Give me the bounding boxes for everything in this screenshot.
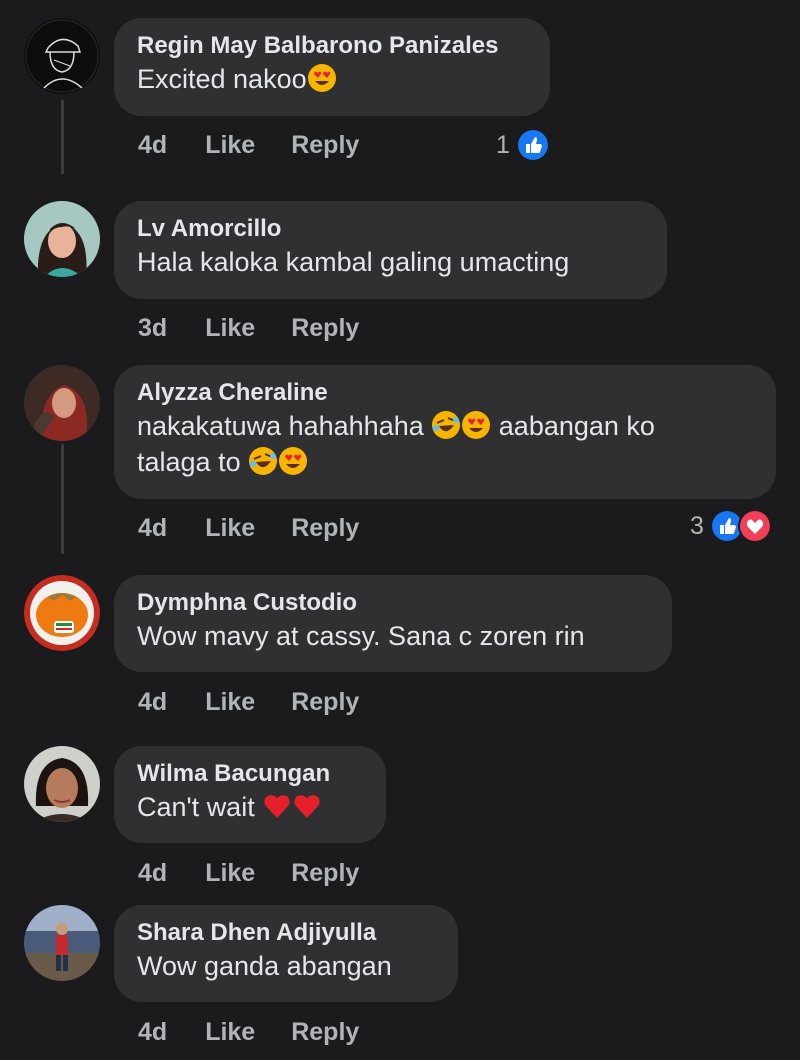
reply-button[interactable]: Reply xyxy=(291,510,359,546)
comment-text: Wow ganda abangan xyxy=(137,951,392,981)
reply-button[interactable]: Reply xyxy=(291,684,359,720)
comment-time[interactable]: 4d xyxy=(138,855,167,891)
comment-bubble[interactable]: Lv Amorcillo Hala kaloka kambal galing u… xyxy=(114,201,667,299)
comment-author[interactable]: Wilma Bacungan xyxy=(137,759,362,789)
thread-line xyxy=(61,100,64,174)
comment-bubble[interactable]: Wilma Bacungan Can't wait xyxy=(114,746,386,843)
like-button[interactable]: Like xyxy=(205,310,255,346)
reaction-count: 1 xyxy=(496,131,510,159)
thread-line xyxy=(61,444,64,554)
comment-actions: 3d Like Reply xyxy=(138,310,395,346)
comment-time[interactable]: 4d xyxy=(138,510,167,546)
red-heart-icon xyxy=(294,795,320,818)
comment-time[interactable]: 3d xyxy=(138,310,167,346)
comment-time[interactable]: 4d xyxy=(138,684,167,720)
comment-author[interactable]: Regin May Balbarono Panizales xyxy=(137,31,526,61)
heart-eyes-emoji-icon xyxy=(279,447,308,475)
comment-bubble[interactable]: Regin May Balbarono Panizales Excited na… xyxy=(114,18,550,116)
like-button[interactable]: Like xyxy=(205,855,255,891)
reply-button[interactable]: Reply xyxy=(291,127,359,163)
red-heart-icon xyxy=(264,795,290,818)
reaction-count: 3 xyxy=(690,512,704,540)
avatar[interactable] xyxy=(24,18,100,94)
reply-button[interactable]: Reply xyxy=(291,1014,359,1050)
avatar[interactable] xyxy=(24,575,100,651)
comment-actions: 4d Like Reply xyxy=(138,855,395,891)
reply-button[interactable]: Reply xyxy=(291,310,359,346)
like-reaction-icon xyxy=(515,128,550,162)
comment-author[interactable]: Shara Dhen Adjiyulla xyxy=(137,918,434,948)
heart-eyes-emoji-icon xyxy=(307,64,336,92)
comment-text: nakakatuwa hahahhaha aabangan ko talaga … xyxy=(137,411,655,477)
reaction-summary[interactable]: 1 xyxy=(496,127,550,163)
avatar[interactable] xyxy=(24,365,100,441)
avatar[interactable] xyxy=(24,746,100,822)
reaction-summary[interactable]: 3 xyxy=(690,508,772,544)
rofl-emoji-icon xyxy=(432,411,461,439)
comment-time[interactable]: 4d xyxy=(138,127,167,163)
comment-text: Excited nakoo xyxy=(137,61,526,97)
comment-time[interactable]: 4d xyxy=(138,1014,167,1050)
comment-bubble[interactable]: Dymphna Custodio Wow mavy at cassy. Sana… xyxy=(114,575,672,672)
avatar[interactable] xyxy=(24,201,100,277)
comment-text: Wow mavy at cassy. Sana c zoren rin xyxy=(137,621,585,651)
like-button[interactable]: Like xyxy=(205,127,255,163)
comment-actions: 4d Like Reply xyxy=(138,684,395,720)
comment-bubble[interactable]: Alyzza Cheraline nakakatuwa hahahhaha aa… xyxy=(114,365,776,499)
avatar[interactable] xyxy=(24,905,100,981)
comment-actions: 4d Like Reply xyxy=(138,510,395,546)
rofl-emoji-icon xyxy=(249,447,278,475)
comment-bubble[interactable]: Shara Dhen Adjiyulla Wow ganda abangan xyxy=(114,905,458,1002)
comment-author[interactable]: Lv Amorcillo xyxy=(137,214,643,244)
comment-text: Hala kaloka kambal galing umacting xyxy=(137,247,570,277)
comment-text: Can't wait xyxy=(137,789,362,825)
like-button[interactable]: Like xyxy=(205,1014,255,1050)
comment-actions: 4d Like Reply xyxy=(138,1014,395,1050)
like-button[interactable]: Like xyxy=(205,510,255,546)
love-reaction-icon xyxy=(737,509,772,543)
comment-actions: 4d Like Reply xyxy=(138,127,395,163)
comment-author[interactable]: Dymphna Custodio xyxy=(137,588,648,618)
like-button[interactable]: Like xyxy=(205,684,255,720)
reply-button[interactable]: Reply xyxy=(291,855,359,891)
comment-author[interactable]: Alyzza Cheraline xyxy=(137,378,752,408)
heart-eyes-emoji-icon xyxy=(462,411,491,439)
